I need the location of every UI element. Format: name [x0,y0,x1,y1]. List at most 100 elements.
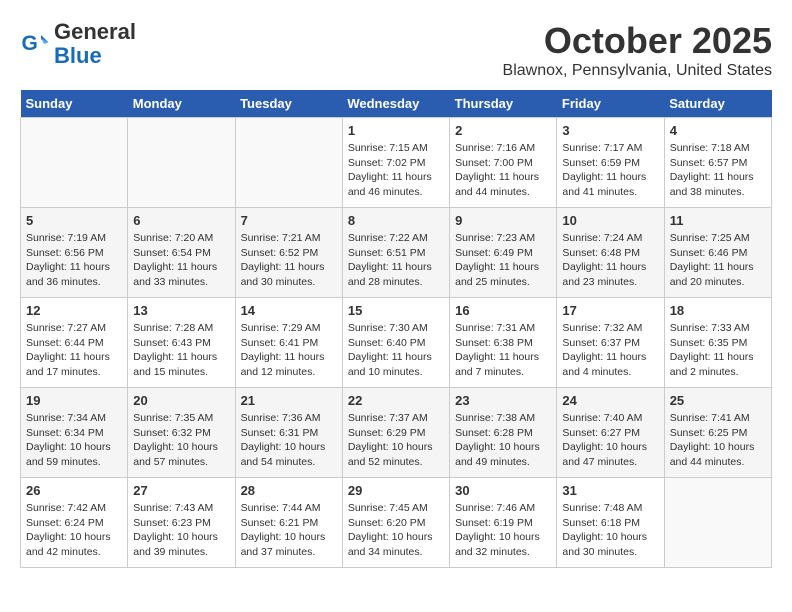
day-info: Sunrise: 7:17 AM Sunset: 6:59 PM Dayligh… [562,141,658,200]
calendar-cell: 27 Sunrise: 7:43 AM Sunset: 6:23 PM Dayli… [128,478,235,568]
calendar-cell: 5 Sunrise: 7:19 AM Sunset: 6:56 PM Daylig… [21,208,128,298]
day-info: Sunrise: 7:29 AM Sunset: 6:41 PM Dayligh… [241,321,337,380]
day-number: 22 [348,393,444,408]
day-info: Sunrise: 7:34 AM Sunset: 6:34 PM Dayligh… [26,411,122,470]
calendar-cell: 2 Sunrise: 7:16 AM Sunset: 7:00 PM Daylig… [450,118,557,208]
day-header-thursday: Thursday [450,90,557,118]
calendar-cell: 6 Sunrise: 7:20 AM Sunset: 6:54 PM Daylig… [128,208,235,298]
page-header: G General Blue October 2025 Blawnox, Pen… [20,20,772,80]
day-number: 12 [26,303,122,318]
day-number: 1 [348,123,444,138]
day-number: 23 [455,393,551,408]
location: Blawnox, Pennsylvania, United States [503,62,772,80]
day-number: 11 [670,213,766,228]
calendar-cell: 12 Sunrise: 7:27 AM Sunset: 6:44 PM Dayli… [21,298,128,388]
day-info: Sunrise: 7:20 AM Sunset: 6:54 PM Dayligh… [133,231,229,290]
day-number: 24 [562,393,658,408]
day-info: Sunrise: 7:25 AM Sunset: 6:46 PM Dayligh… [670,231,766,290]
day-info: Sunrise: 7:16 AM Sunset: 7:00 PM Dayligh… [455,141,551,200]
calendar-cell: 3Sunrise: 7:17 AM Sunset: 6:59 PM Daylig… [557,118,664,208]
title-block: October 2025 Blawnox, Pennsylvania, Unit… [503,20,772,80]
day-number: 29 [348,483,444,498]
day-info: Sunrise: 7:43 AM Sunset: 6:23 PM Dayligh… [133,501,229,560]
day-info: Sunrise: 7:44 AM Sunset: 6:21 PM Dayligh… [241,501,337,560]
day-info: Sunrise: 7:35 AM Sunset: 6:32 PM Dayligh… [133,411,229,470]
calendar-cell [235,118,342,208]
calendar-cell: 28 Sunrise: 7:44 AM Sunset: 6:21 PM Dayli… [235,478,342,568]
day-info: Sunrise: 7:38 AM Sunset: 6:28 PM Dayligh… [455,411,551,470]
day-info: Sunrise: 7:19 AM Sunset: 6:56 PM Dayligh… [26,231,122,290]
calendar-cell [21,118,128,208]
svg-text:G: G [22,32,38,55]
day-number: 13 [133,303,229,318]
day-info: Sunrise: 7:48 AM Sunset: 6:18 PM Dayligh… [562,501,658,560]
month-title: October 2025 [503,20,772,62]
day-number: 6 [133,213,229,228]
day-header-saturday: Saturday [664,90,771,118]
day-info: Sunrise: 7:31 AM Sunset: 6:38 PM Dayligh… [455,321,551,380]
day-info: Sunrise: 7:37 AM Sunset: 6:29 PM Dayligh… [348,411,444,470]
days-header-row: SundayMondayTuesdayWednesdayThursdayFrid… [21,90,772,118]
day-info: Sunrise: 7:27 AM Sunset: 6:44 PM Dayligh… [26,321,122,380]
day-number: 5 [26,213,122,228]
calendar-cell: 18Sunrise: 7:33 AM Sunset: 6:35 PM Dayli… [664,298,771,388]
day-header-friday: Friday [557,90,664,118]
calendar-cell [664,478,771,568]
day-number: 31 [562,483,658,498]
day-info: Sunrise: 7:21 AM Sunset: 6:52 PM Dayligh… [241,231,337,290]
calendar-cell: 11 Sunrise: 7:25 AM Sunset: 6:46 PM Dayli… [664,208,771,298]
day-info: Sunrise: 7:32 AM Sunset: 6:37 PM Dayligh… [562,321,658,380]
calendar-cell: 26 Sunrise: 7:42 AM Sunset: 6:24 PM Dayli… [21,478,128,568]
day-number: 14 [241,303,337,318]
day-number: 25 [670,393,766,408]
day-number: 27 [133,483,229,498]
day-info: Sunrise: 7:42 AM Sunset: 6:24 PM Dayligh… [26,501,122,560]
day-number: 28 [241,483,337,498]
day-info: Sunrise: 7:18 AM Sunset: 6:57 PM Dayligh… [670,141,766,200]
calendar-cell: 17Sunrise: 7:32 AM Sunset: 6:37 PM Dayli… [557,298,664,388]
calendar-cell: 15 Sunrise: 7:30 AM Sunset: 6:40 PM Dayli… [342,298,449,388]
calendar-cell: 13Sunrise: 7:28 AM Sunset: 6:43 PM Dayli… [128,298,235,388]
calendar-cell: 10 Sunrise: 7:24 AM Sunset: 6:48 PM Dayli… [557,208,664,298]
week-row-5: 26 Sunrise: 7:42 AM Sunset: 6:24 PM Dayli… [21,478,772,568]
day-header-monday: Monday [128,90,235,118]
logo-icon: G [20,29,50,59]
day-number: 9 [455,213,551,228]
calendar-cell: 30 Sunrise: 7:46 AM Sunset: 6:19 PM Dayli… [450,478,557,568]
day-info: Sunrise: 7:24 AM Sunset: 6:48 PM Dayligh… [562,231,658,290]
day-number: 2 [455,123,551,138]
day-info: Sunrise: 7:30 AM Sunset: 6:40 PM Dayligh… [348,321,444,380]
day-number: 20 [133,393,229,408]
calendar-cell [128,118,235,208]
day-number: 26 [26,483,122,498]
calendar-cell: 20 Sunrise: 7:35 AM Sunset: 6:32 PM Dayli… [128,388,235,478]
week-row-1: 1 Sunrise: 7:15 AM Sunset: 7:02 PM Daylig… [21,118,772,208]
calendar-cell: 19 Sunrise: 7:34 AM Sunset: 6:34 PM Dayli… [21,388,128,478]
day-number: 8 [348,213,444,228]
calendar-cell: 1 Sunrise: 7:15 AM Sunset: 7:02 PM Daylig… [342,118,449,208]
day-number: 19 [26,393,122,408]
day-number: 30 [455,483,551,498]
day-number: 10 [562,213,658,228]
day-info: Sunrise: 7:36 AM Sunset: 6:31 PM Dayligh… [241,411,337,470]
calendar-cell: 31 Sunrise: 7:48 AM Sunset: 6:18 PM Dayli… [557,478,664,568]
calendar-cell: 21 Sunrise: 7:36 AM Sunset: 6:31 PM Dayli… [235,388,342,478]
day-number: 16 [455,303,551,318]
calendar-cell: 25 Sunrise: 7:41 AM Sunset: 6:25 PM Dayli… [664,388,771,478]
logo: G General Blue [20,20,136,68]
day-info: Sunrise: 7:40 AM Sunset: 6:27 PM Dayligh… [562,411,658,470]
day-info: Sunrise: 7:46 AM Sunset: 6:19 PM Dayligh… [455,501,551,560]
calendar-cell: 24 Sunrise: 7:40 AM Sunset: 6:27 PM Dayli… [557,388,664,478]
calendar-cell: 9Sunrise: 7:23 AM Sunset: 6:49 PM Daylig… [450,208,557,298]
day-number: 15 [348,303,444,318]
calendar-cell: 23 Sunrise: 7:38 AM Sunset: 6:28 PM Dayli… [450,388,557,478]
day-info: Sunrise: 7:45 AM Sunset: 6:20 PM Dayligh… [348,501,444,560]
day-number: 21 [241,393,337,408]
logo-text: General Blue [54,20,136,68]
calendar-cell: 29 Sunrise: 7:45 AM Sunset: 6:20 PM Dayli… [342,478,449,568]
day-info: Sunrise: 7:15 AM Sunset: 7:02 PM Dayligh… [348,141,444,200]
calendar-cell: 8Sunrise: 7:22 AM Sunset: 6:51 PM Daylig… [342,208,449,298]
day-number: 18 [670,303,766,318]
day-info: Sunrise: 7:41 AM Sunset: 6:25 PM Dayligh… [670,411,766,470]
calendar-cell: 16 Sunrise: 7:31 AM Sunset: 6:38 PM Dayli… [450,298,557,388]
